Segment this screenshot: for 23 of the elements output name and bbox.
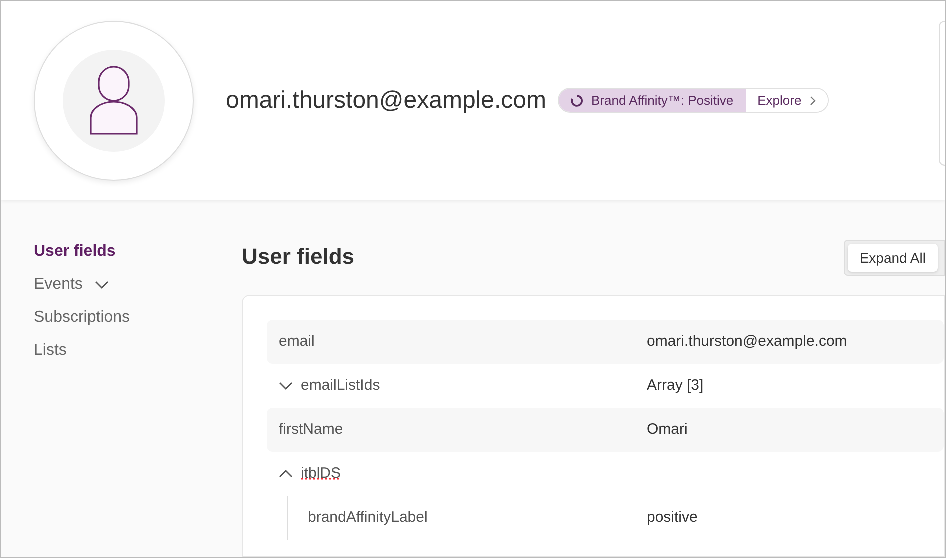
- field-value: Omari: [647, 420, 688, 440]
- field-toggle[interactable]: emailListIds: [279, 374, 380, 398]
- section-title: User fields: [242, 243, 354, 271]
- field-value: Array [3]: [647, 376, 704, 396]
- sidebar-item[interactable]: User fields: [34, 240, 116, 264]
- field-value: omari.thurston@example.com: [647, 332, 848, 352]
- chevron-down-icon: [279, 382, 293, 390]
- badge-label: Brand Affinity™: Positive: [591, 92, 734, 110]
- chevron-down-icon: [94, 281, 109, 289]
- field-toggle[interactable]: itblDS: [279, 462, 342, 486]
- chevron-right-icon: [810, 96, 816, 106]
- sidebar-item[interactable]: Events: [34, 273, 109, 297]
- sidebar-item[interactable]: Subscriptions: [34, 306, 130, 330]
- sidebar-item[interactable]: Lists: [34, 339, 67, 363]
- chevron-up-icon: [279, 470, 293, 478]
- person-icon: [89, 66, 139, 136]
- expand-all-button[interactable]: Expand All: [848, 244, 938, 272]
- field-name: brandAffinityLabel: [308, 509, 428, 526]
- field-name: firstName: [279, 421, 344, 438]
- field-value: positive: [647, 508, 698, 528]
- spinner-icon: [571, 94, 584, 106]
- field-name: email: [279, 333, 315, 350]
- user-email: omari.thurston@example.com: [226, 86, 546, 116]
